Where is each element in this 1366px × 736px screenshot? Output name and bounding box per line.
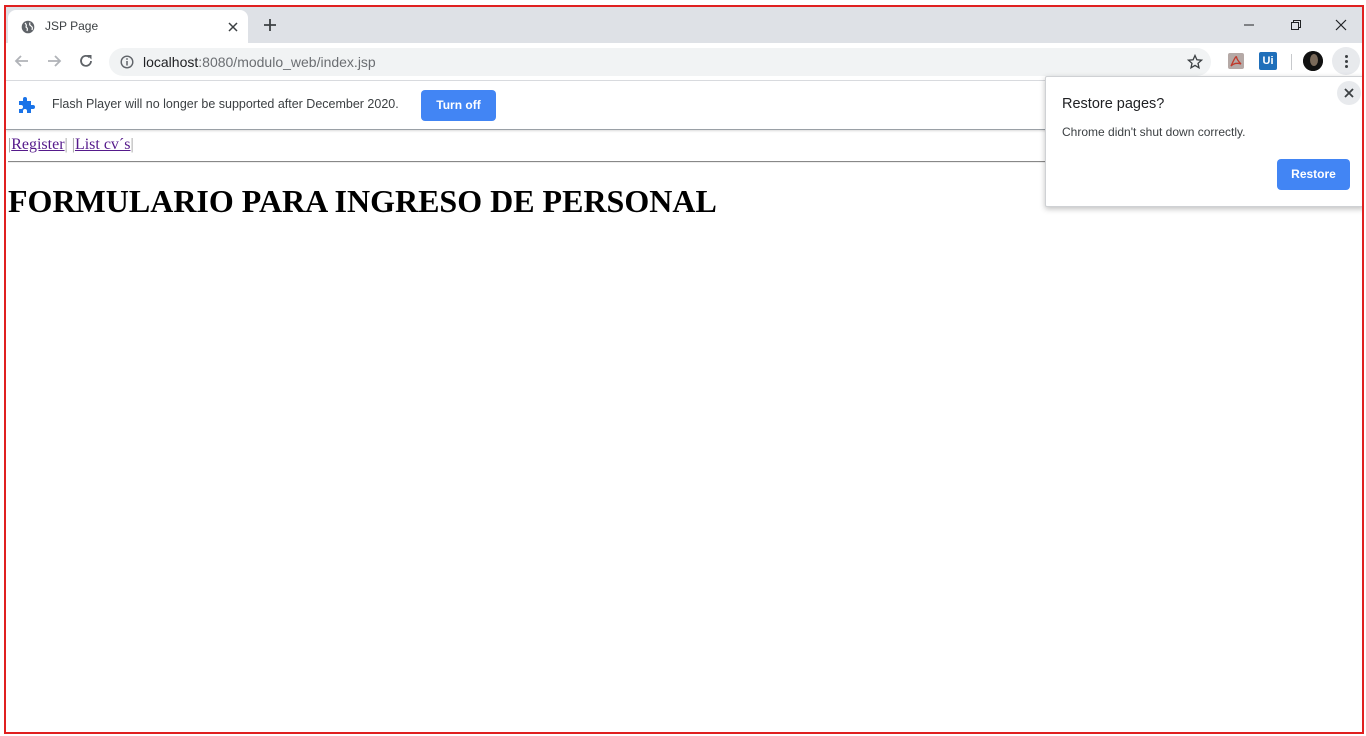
- close-window-button[interactable]: [1318, 11, 1362, 39]
- minimize-icon: [1244, 24, 1254, 26]
- tab-title: JSP Page: [45, 19, 99, 33]
- url-path: :8080/modulo_web/index.jsp: [198, 54, 376, 70]
- turn-off-button[interactable]: Turn off: [421, 90, 496, 121]
- page-title: FORMULARIO PARA INGRESO DE PERSONAL: [8, 183, 717, 219]
- close-tab-icon[interactable]: [227, 21, 239, 33]
- forward-arrow-icon[interactable]: [45, 52, 63, 70]
- close-icon: [1344, 88, 1354, 98]
- infobar-message: Flash Player will no longer be supported…: [52, 97, 399, 111]
- menu-dots-icon: [1345, 60, 1348, 63]
- url-text: localhost:8080/modulo_web/index.jsp: [143, 54, 376, 70]
- avatar[interactable]: [1303, 51, 1323, 71]
- new-tab-icon[interactable]: [262, 17, 278, 33]
- restore-window-icon: [1291, 20, 1301, 30]
- reload-icon[interactable]: [77, 52, 95, 70]
- puzzle-icon: [19, 97, 35, 113]
- nav-links: |Register| |List cv´s|: [8, 136, 134, 154]
- link-divider: |: [64, 136, 68, 153]
- site-info-icon[interactable]: [120, 55, 134, 69]
- dialog-close-button[interactable]: [1337, 81, 1361, 105]
- back-arrow-icon[interactable]: [13, 52, 31, 70]
- restore-pages-dialog: Restore pages? Chrome didn't shut down c…: [1045, 76, 1362, 207]
- address-bar[interactable]: localhost:8080/modulo_web/index.jsp: [109, 48, 1211, 76]
- restore-button[interactable]: Restore: [1277, 159, 1350, 190]
- restore-window-button[interactable]: [1272, 11, 1318, 39]
- globe-icon: [21, 20, 35, 34]
- browser-window: JSP Page localhost:8080/modulo_web/index…: [4, 5, 1364, 734]
- adobe-pdf-glyph: [1228, 53, 1244, 69]
- link-divider: |: [130, 136, 134, 153]
- tab-jsp-page[interactable]: JSP Page: [8, 10, 248, 43]
- chrome-menu-button[interactable]: [1332, 47, 1360, 75]
- close-window-icon: [1335, 19, 1347, 31]
- avatar-image: [1303, 51, 1323, 71]
- dialog-message: Chrome didn't shut down correctly.: [1062, 125, 1246, 139]
- toolbar-separator: [1291, 54, 1292, 70]
- menu-dots-icon: [1345, 55, 1348, 58]
- tab-strip: JSP Page: [6, 7, 1362, 43]
- menu-dots-icon: [1345, 65, 1348, 68]
- adobe-pdf-icon[interactable]: [1227, 52, 1245, 70]
- bookmark-star-icon[interactable]: [1187, 54, 1203, 70]
- list-cvs-link[interactable]: List cv´s: [75, 136, 131, 153]
- minimize-button[interactable]: [1226, 11, 1272, 39]
- register-link[interactable]: Register: [11, 136, 64, 153]
- url-host: localhost: [143, 54, 199, 70]
- uipath-icon[interactable]: Ui: [1259, 52, 1277, 70]
- dialog-title: Restore pages?: [1062, 96, 1165, 112]
